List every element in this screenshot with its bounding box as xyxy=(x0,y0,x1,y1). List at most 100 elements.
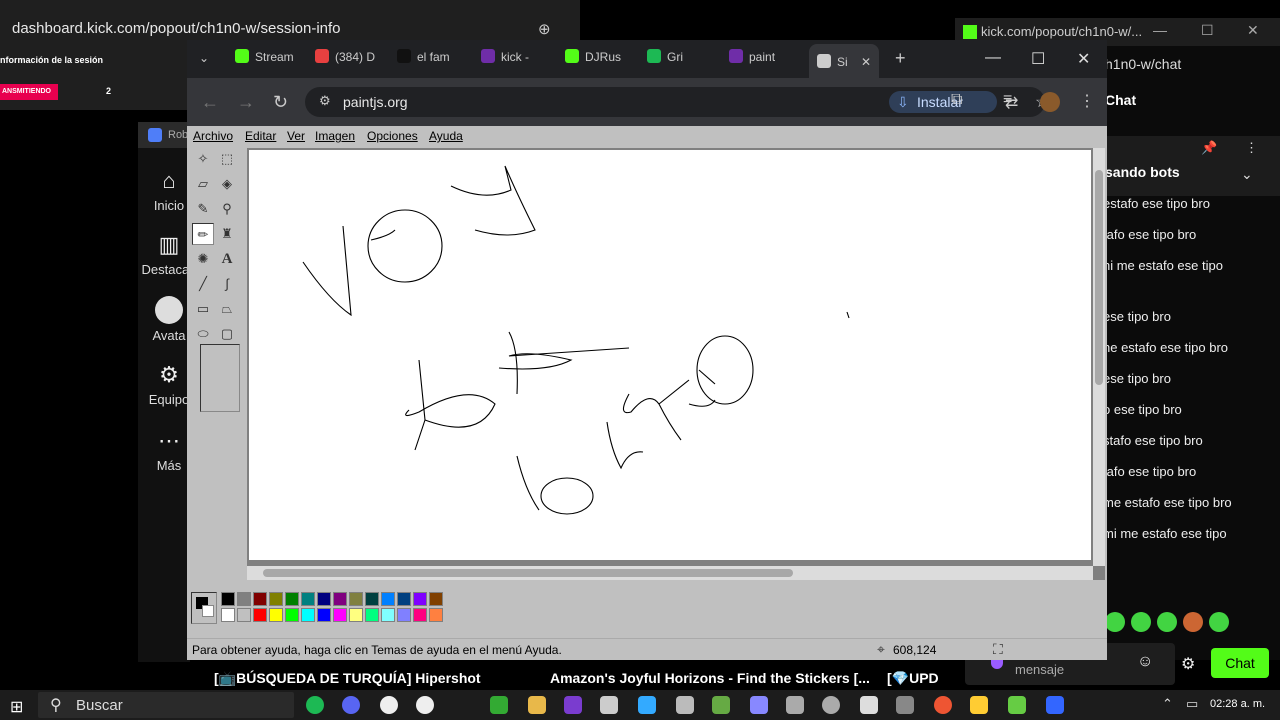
pinned-message[interactable]: 📌 ⋮ sando bots ⌄ xyxy=(1105,136,1280,196)
emote-icon[interactable] xyxy=(1183,612,1203,632)
tab[interactable]: el fam xyxy=(397,49,467,71)
color-swatch[interactable] xyxy=(365,608,379,622)
rect-select-icon[interactable]: ⬚ xyxy=(216,148,238,170)
color-swatch[interactable] xyxy=(413,592,427,606)
close-icon[interactable]: ✕ xyxy=(1077,49,1090,69)
forward-icon[interactable]: → xyxy=(237,92,255,113)
profile-avatar[interactable] xyxy=(1040,92,1060,112)
text-tool-icon[interactable]: A xyxy=(216,248,238,270)
address-bar[interactable]: ⚙ paintjs.org ⇩ Instalar ⇄ ☆ xyxy=(305,87,1049,117)
color-swatch[interactable] xyxy=(365,592,379,606)
color-swatch[interactable] xyxy=(381,608,395,622)
discord-icon[interactable] xyxy=(342,696,360,714)
color-swatch[interactable] xyxy=(301,592,315,606)
color-swatch[interactable] xyxy=(349,592,363,606)
color-swatch[interactable] xyxy=(397,608,411,622)
menu-item[interactable]: Ver xyxy=(287,129,305,143)
emote-icon[interactable] xyxy=(1131,612,1151,632)
app-icon[interactable] xyxy=(786,696,804,714)
site-info-icon[interactable]: ⚙ xyxy=(319,93,331,109)
color-swatch[interactable] xyxy=(349,608,363,622)
tab[interactable]: Gri xyxy=(647,49,717,71)
minecraft-icon[interactable] xyxy=(1008,696,1026,714)
color-swatch[interactable] xyxy=(301,608,315,622)
scroll-thumb[interactable] xyxy=(263,569,793,577)
fill-bucket-icon[interactable]: ◈ xyxy=(216,173,238,195)
menu-item[interactable]: Ayuda xyxy=(429,129,463,143)
color-swatch[interactable] xyxy=(253,592,267,606)
minimize-icon[interactable]: — xyxy=(1153,22,1167,38)
app-icon[interactable] xyxy=(564,696,582,714)
tab[interactable]: Stream xyxy=(235,49,305,71)
minimize-icon[interactable]: — xyxy=(985,49,1001,67)
vertical-scrollbar[interactable] xyxy=(1093,148,1105,566)
more-vert-icon[interactable]: ⋮ xyxy=(1245,140,1258,156)
taskbar-search[interactable]: ⚲ Buscar xyxy=(38,692,294,718)
tab-search-icon[interactable]: ⌄ xyxy=(199,51,209,73)
app-icon[interactable] xyxy=(822,696,840,714)
app-icon[interactable] xyxy=(970,696,988,714)
menu-item[interactable]: Imagen xyxy=(315,129,355,143)
rectangle-icon[interactable]: ▭ xyxy=(192,298,214,320)
magnifier-icon[interactable]: ⚲ xyxy=(216,198,238,220)
airbrush-icon[interactable]: ✺ xyxy=(192,248,214,270)
app-icon[interactable] xyxy=(750,696,768,714)
color-swatch[interactable] xyxy=(237,608,251,622)
color-swatch[interactable] xyxy=(221,592,235,606)
maximize-icon[interactable]: ☐ xyxy=(1031,49,1045,69)
color-swatch[interactable] xyxy=(317,592,331,606)
app-icon[interactable] xyxy=(490,696,508,714)
app-icon[interactable] xyxy=(712,696,730,714)
drawing-canvas[interactable] xyxy=(249,150,1091,560)
color-swatch[interactable] xyxy=(397,592,411,606)
menu-item[interactable]: Editar xyxy=(245,129,276,143)
app-icon[interactable] xyxy=(896,696,914,714)
color-swatch[interactable] xyxy=(333,592,347,606)
back-icon[interactable]: ← xyxy=(201,92,219,113)
app-icon[interactable] xyxy=(676,696,694,714)
curve-icon[interactable]: ∫ xyxy=(216,273,238,295)
tab[interactable]: DJRus xyxy=(565,49,635,71)
tab[interactable]: paint xyxy=(729,49,799,71)
color-picker-icon[interactable]: ✎ xyxy=(192,198,214,220)
app-icon[interactable] xyxy=(638,696,656,714)
app-icon[interactable] xyxy=(860,696,878,714)
secondary-color-swatch[interactable] xyxy=(202,605,214,617)
color-swatch[interactable] xyxy=(333,608,347,622)
emote-icon[interactable] xyxy=(1157,612,1177,632)
color-swatch[interactable] xyxy=(429,608,443,622)
tray-chevron-icon[interactable]: ⌃ xyxy=(1162,696,1173,712)
tab[interactable]: (384) D xyxy=(315,49,385,71)
maximize-icon[interactable]: ☐ xyxy=(1201,22,1214,39)
new-tab-icon[interactable]: + xyxy=(895,48,906,70)
horizontal-scrollbar[interactable] xyxy=(247,566,1093,580)
emoji-icon[interactable]: ☺ xyxy=(1137,653,1153,671)
brush-icon[interactable]: ♜ xyxy=(216,223,238,245)
color-swatch[interactable] xyxy=(413,608,427,622)
color-swatch[interactable] xyxy=(237,592,251,606)
line-icon[interactable]: ╱ xyxy=(192,273,214,295)
ellipse-icon[interactable]: ⬭ xyxy=(192,323,214,345)
free-select-icon[interactable]: ✧ xyxy=(192,148,214,170)
app-icon[interactable] xyxy=(600,696,618,714)
color-swatch[interactable] xyxy=(253,608,267,622)
color-swatch[interactable] xyxy=(429,592,443,606)
obs-icon[interactable] xyxy=(380,696,398,714)
network-icon[interactable]: ▭ xyxy=(1186,696,1198,712)
menu-item[interactable]: Archivo xyxy=(193,129,233,143)
polygon-icon[interactable]: ⏢ xyxy=(216,298,238,320)
spotify-icon[interactable] xyxy=(306,696,324,714)
dashboard-url[interactable]: dashboard.kick.com/popout/ch1n0-w/sessio… xyxy=(12,20,341,37)
rounded-rect-icon[interactable]: ▢ xyxy=(216,323,238,345)
menu-item[interactable]: Opciones xyxy=(367,129,418,143)
zoom-icon[interactable]: ⊕ xyxy=(538,20,551,38)
extensions-icon[interactable]: ⧉ xyxy=(951,91,962,109)
system-clock[interactable]: 02:28 a. m. xyxy=(1210,698,1265,710)
emote-icon[interactable] xyxy=(1209,612,1229,632)
color-swatch[interactable] xyxy=(221,608,235,622)
color-swatch[interactable] xyxy=(381,592,395,606)
chevron-down-icon[interactable]: ⌄ xyxy=(1241,166,1253,183)
current-colors[interactable] xyxy=(191,592,217,624)
folder-icon[interactable] xyxy=(528,696,546,714)
color-swatch[interactable] xyxy=(269,608,283,622)
